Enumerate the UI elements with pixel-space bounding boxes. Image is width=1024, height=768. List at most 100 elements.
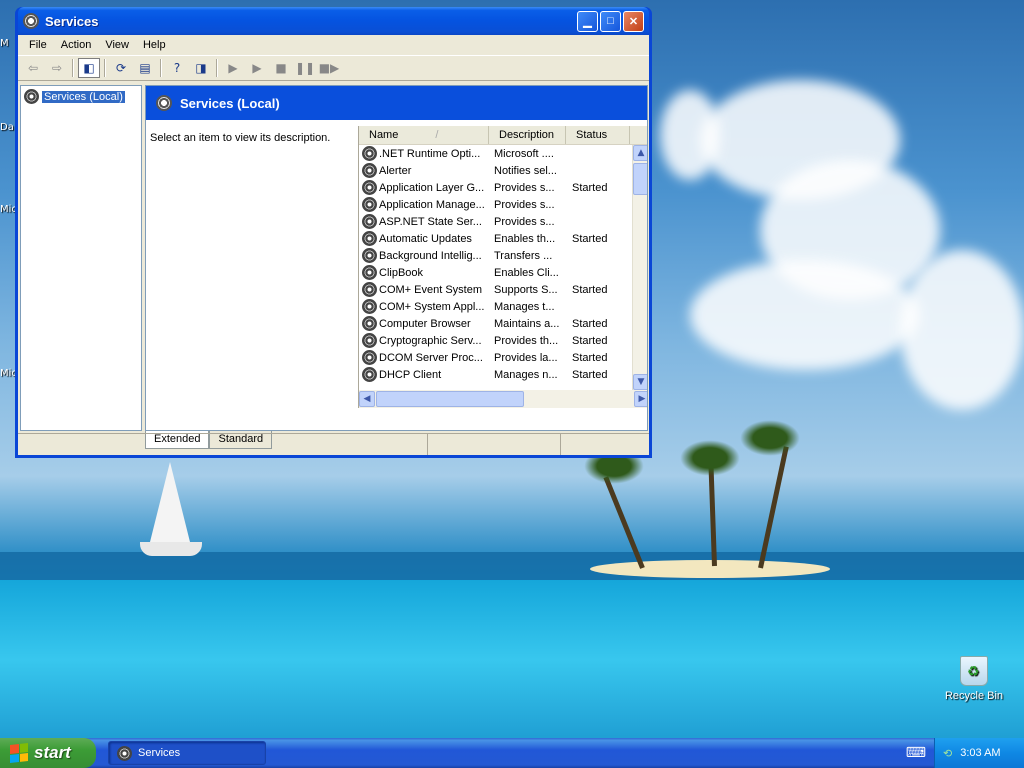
- restart-service-button[interactable]: ■▶: [318, 58, 340, 78]
- help-button[interactable]: ?: [166, 58, 188, 78]
- windows-logo-icon: [10, 743, 28, 763]
- scroll-down-button[interactable]: ▼: [633, 374, 647, 390]
- service-description: Provides s...: [494, 215, 555, 228]
- window-titlebar[interactable]: Services ▁ □ ✕: [18, 7, 649, 35]
- service-status: Started: [572, 283, 608, 296]
- recycle-bin-label: Recycle Bin: [944, 690, 1004, 702]
- list-rows: .NET Runtime Opti... Microsoft .... Alerte…: [359, 145, 632, 390]
- status-pane: [18, 434, 428, 455]
- service-status: Started: [572, 232, 608, 245]
- service-description: Notifies sel...: [494, 164, 557, 177]
- services-gear-icon: [23, 13, 39, 29]
- service-row[interactable]: Application Manage... Provides s...: [359, 196, 632, 213]
- service-row[interactable]: .NET Runtime Opti... Microsoft ....: [359, 145, 632, 162]
- service-row[interactable]: Background Intellig... Transfers ...: [359, 247, 632, 264]
- stop-icon: ■: [275, 61, 287, 75]
- service-row[interactable]: DCOM Server Proc... Provides la... Started: [359, 349, 632, 366]
- properties-icon: ◨: [195, 61, 207, 75]
- vertical-scroll-thumb[interactable]: [633, 163, 647, 195]
- console-tree-icon: ◧: [83, 61, 95, 75]
- service-row[interactable]: Automatic Updates Enables th... Started: [359, 230, 632, 247]
- service-name: DCOM Server Proc...: [379, 351, 483, 364]
- service-name: COM+ Event System: [379, 283, 483, 296]
- service-name: Computer Browser: [379, 317, 471, 330]
- taskbar: start Services ⌨ ⟲ 3:03 AM: [0, 738, 1024, 768]
- show-hide-tree-button[interactable]: ◧: [78, 58, 100, 78]
- minimize-icon: ▁: [583, 15, 592, 28]
- service-name-cell: Computer Browser: [359, 316, 489, 331]
- services-list: Name / Description Status .NET Runtime O…: [358, 126, 647, 408]
- service-description: Enables Cli...: [494, 266, 559, 279]
- service-row[interactable]: Alerter Notifies sel...: [359, 162, 632, 179]
- keyboard-icon[interactable]: ⌨: [906, 745, 926, 761]
- network-icon[interactable]: ⟲: [943, 747, 952, 760]
- clock[interactable]: 3:03 AM: [960, 747, 1000, 759]
- horizontal-scroll-thumb[interactable]: [376, 391, 524, 407]
- menu-help[interactable]: Help: [136, 39, 173, 51]
- scroll-right-button[interactable]: ▶: [634, 391, 647, 407]
- maximize-button[interactable]: □: [600, 10, 621, 32]
- service-name: DHCP Client: [379, 368, 442, 381]
- service-gear-icon: [362, 248, 377, 263]
- stop-service-button[interactable]: ■: [270, 58, 292, 78]
- toolbar: ⇦ ⇨ ◧ ⟳ ▤ ? ◨ ▶ ▶ ■ ❚❚ ■▶: [18, 55, 649, 81]
- minimize-button[interactable]: ▁: [577, 10, 598, 32]
- properties-view-button[interactable]: ◨: [190, 58, 212, 78]
- service-row[interactable]: Application Layer G... Provides s... Start…: [359, 179, 632, 196]
- forward-button[interactable]: ⇨: [46, 58, 68, 78]
- pause-service-button[interactable]: ❚❚: [294, 58, 316, 78]
- vertical-scrollbar[interactable]: ▲ ▼: [632, 145, 647, 390]
- status-pane: [428, 434, 561, 455]
- column-header-status[interactable]: Status: [566, 126, 630, 144]
- services-gear-icon: [24, 89, 39, 104]
- recycle-bin[interactable]: Recycle Bin: [944, 656, 1004, 702]
- services-gear-icon: [156, 95, 172, 111]
- list-header: Name / Description Status: [359, 126, 647, 145]
- menu-action[interactable]: Action: [54, 39, 99, 51]
- service-name-cell: Application Manage...: [359, 197, 489, 212]
- service-name: ASP.NET State Ser...: [379, 215, 482, 228]
- desktop-icon-label[interactable]: Da: [0, 122, 14, 133]
- horizontal-scrollbar[interactable]: ◀ ▶: [359, 390, 647, 408]
- service-description: Microsoft ....: [494, 147, 554, 160]
- service-row[interactable]: ASP.NET State Ser... Provides s...: [359, 213, 632, 230]
- back-button[interactable]: ⇦: [22, 58, 44, 78]
- tree-item-services-local[interactable]: Services (Local): [24, 89, 138, 104]
- menu-file[interactable]: File: [22, 39, 54, 51]
- service-description: Maintains a...: [494, 317, 560, 330]
- column-header-name[interactable]: Name /: [359, 126, 489, 144]
- start-button[interactable]: start: [0, 738, 96, 768]
- service-row[interactable]: Computer Browser Maintains a... Started: [359, 315, 632, 332]
- services-window: Services ▁ □ ✕ File Action View Help ⇦ ⇨…: [15, 7, 652, 458]
- service-row[interactable]: COM+ System Appl... Manages t...: [359, 298, 632, 315]
- start-service-alt-button[interactable]: ▶: [246, 58, 268, 78]
- sort-ascending-icon: /: [435, 129, 439, 141]
- service-row[interactable]: DHCP Client Manages n... Started: [359, 366, 632, 383]
- scroll-left-button[interactable]: ◀: [359, 391, 375, 407]
- close-button[interactable]: ✕: [623, 10, 644, 32]
- service-row[interactable]: COM+ Event System Supports S... Started: [359, 281, 632, 298]
- menu-view[interactable]: View: [98, 39, 136, 51]
- service-row[interactable]: Cryptographic Serv... Provides th... Start…: [359, 332, 632, 349]
- refresh-icon: ⟳: [115, 61, 127, 75]
- start-service-button[interactable]: ▶: [222, 58, 244, 78]
- details-header: Services (Local): [146, 86, 647, 123]
- scroll-up-button[interactable]: ▲: [633, 145, 647, 161]
- console-tree: Services (Local): [20, 85, 142, 431]
- forward-arrow-icon: ⇨: [51, 61, 63, 75]
- desktop-icon-label[interactable]: M: [0, 38, 9, 49]
- export-list-button[interactable]: ▤: [134, 58, 156, 78]
- service-row[interactable]: ClipBook Enables Cli...: [359, 264, 632, 281]
- service-name: Background Intellig...: [379, 249, 482, 262]
- service-name: Automatic Updates: [379, 232, 472, 245]
- column-header-description[interactable]: Description: [489, 126, 566, 144]
- service-name: Application Manage...: [379, 198, 485, 211]
- service-gear-icon: [362, 214, 377, 229]
- service-description: Provides th...: [494, 334, 559, 347]
- service-description: Provides s...: [494, 198, 555, 211]
- export-list-icon: ▤: [139, 61, 151, 75]
- status-pane: [561, 434, 647, 455]
- refresh-button[interactable]: ⟳: [110, 58, 132, 78]
- service-name-cell: Application Layer G...: [359, 180, 489, 195]
- taskbar-item-services[interactable]: Services: [108, 741, 266, 765]
